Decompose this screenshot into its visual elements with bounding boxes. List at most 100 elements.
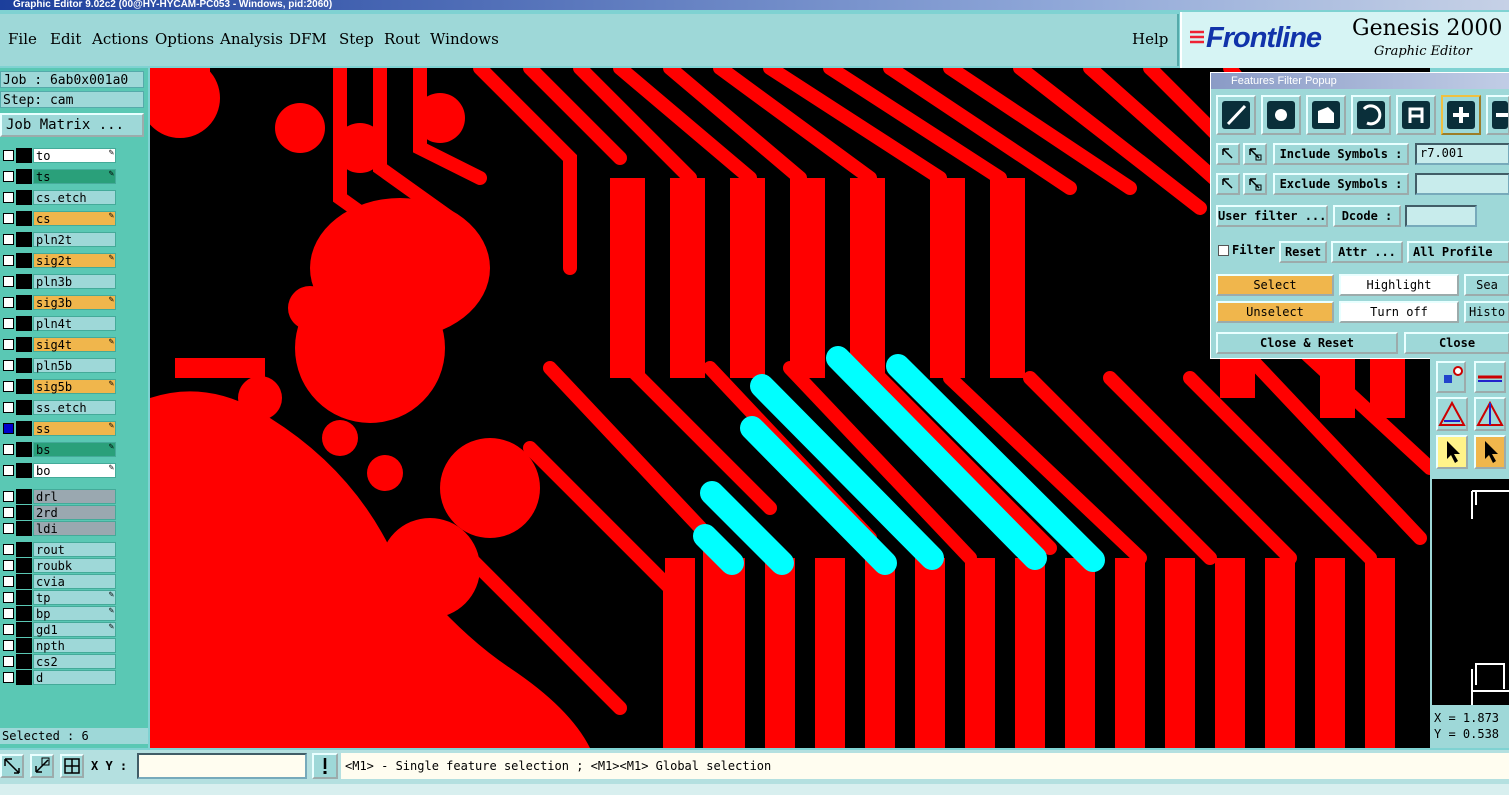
pad-feature-icon[interactable]	[1261, 95, 1301, 135]
positive-polarity-icon[interactable]	[1441, 95, 1481, 135]
layer-affected-swatch[interactable]	[16, 542, 32, 557]
layer-checkbox[interactable]	[3, 608, 14, 619]
layer-affected-swatch[interactable]	[16, 521, 32, 536]
layer-affected-swatch[interactable]	[16, 606, 32, 621]
exclude-symbols-button[interactable]: Exclude Symbols :	[1273, 173, 1409, 195]
menu-file[interactable]: File	[8, 30, 37, 48]
triangle-tool-icon[interactable]	[1436, 397, 1468, 431]
layer-affected-swatch[interactable]	[16, 638, 32, 653]
layer-name[interactable]: 2rd	[33, 505, 116, 520]
layer-checkbox[interactable]	[3, 465, 14, 476]
layer-checkbox[interactable]	[3, 360, 14, 371]
surface-feature-icon[interactable]	[1306, 95, 1346, 135]
layer-affected-swatch[interactable]	[16, 558, 32, 573]
layer-checkbox[interactable]	[3, 276, 14, 287]
close-button[interactable]: Close	[1404, 332, 1509, 354]
layer-name[interactable]: pln4t	[33, 316, 116, 331]
layer-name[interactable]: d	[33, 670, 116, 685]
pointer-tool-icon[interactable]	[1436, 435, 1468, 469]
info-icon[interactable]	[312, 753, 338, 779]
layer-name[interactable]: cs2	[33, 654, 116, 669]
layer-name[interactable]: drl	[33, 489, 116, 504]
layer-name[interactable]: to	[33, 148, 116, 163]
layer-affected-swatch[interactable]	[16, 400, 32, 415]
attr-button[interactable]: Attr ...	[1331, 241, 1403, 263]
exclude-symbols-input[interactable]	[1415, 173, 1509, 195]
close-reset-button[interactable]: Close & Reset	[1216, 332, 1398, 354]
layer-name[interactable]: sig2t	[33, 253, 116, 268]
layer-row[interactable]: bo ✎	[0, 463, 118, 478]
layer-row[interactable]: npth	[0, 638, 118, 653]
layer-name[interactable]: bs	[33, 442, 116, 457]
layer-name[interactable]: roubk	[33, 558, 116, 573]
layer-affected-swatch[interactable]	[16, 590, 32, 605]
filter-checkbox[interactable]: Filter	[1216, 241, 1278, 263]
text-feature-icon[interactable]	[1396, 95, 1436, 135]
include-symbols-button[interactable]: Include Symbols :	[1273, 143, 1409, 165]
layer-affected-swatch[interactable]	[16, 253, 32, 268]
menu-edit[interactable]: Edit	[50, 30, 81, 48]
layer-affected-swatch[interactable]	[16, 232, 32, 247]
exclude-pick-arrow-icon[interactable]	[1216, 173, 1240, 195]
search-button[interactable]: Sea	[1464, 274, 1509, 296]
layer-row[interactable]: drl	[0, 489, 118, 504]
layer-affected-swatch[interactable]	[16, 169, 32, 184]
layer-checkbox[interactable]	[3, 640, 14, 651]
zoom-area-icon[interactable]	[0, 754, 24, 778]
layer-checkbox[interactable]	[3, 656, 14, 667]
layer-affected-swatch[interactable]	[16, 505, 32, 520]
layer-affected-swatch[interactable]	[16, 190, 32, 205]
layer-row[interactable]: to ✎	[0, 148, 118, 163]
layer-row[interactable]: cs2	[0, 654, 118, 669]
layer-affected-swatch[interactable]	[16, 654, 32, 669]
layer-name[interactable]: gd1	[33, 622, 116, 637]
angle-tool-icon[interactable]	[1474, 397, 1506, 431]
layer-checkbox[interactable]	[3, 213, 14, 224]
layer-row[interactable]: tp ✎	[0, 590, 118, 605]
layer-affected-swatch[interactable]	[16, 670, 32, 685]
layer-checkbox[interactable]	[3, 402, 14, 413]
layer-checkbox[interactable]	[3, 234, 14, 245]
layer-affected-swatch[interactable]	[16, 421, 32, 436]
layer-row[interactable]: sig5b ✎	[0, 379, 118, 394]
dcode-button[interactable]: Dcode :	[1333, 205, 1401, 227]
layer-name[interactable]: pln2t	[33, 232, 116, 247]
layer-affected-swatch[interactable]	[16, 295, 32, 310]
layer-row[interactable]: bp ✎	[0, 606, 118, 621]
layer-name[interactable]: bo	[33, 463, 116, 478]
layer-name[interactable]: npth	[33, 638, 116, 653]
include-symbols-input[interactable]: r7.001	[1415, 143, 1509, 165]
layer-row[interactable]: sig2t ✎	[0, 253, 118, 268]
layer-name[interactable]: ldi	[33, 521, 116, 536]
layer-name[interactable]: ss	[33, 421, 116, 436]
menu-actions[interactable]: Actions	[92, 30, 148, 48]
layer-checkbox[interactable]	[3, 592, 14, 603]
layer-checkbox[interactable]	[3, 192, 14, 203]
layer-checkbox[interactable]	[3, 423, 14, 434]
menu-help[interactable]: Help	[1132, 30, 1168, 48]
layer-checkbox[interactable]	[3, 171, 14, 182]
overview-map[interactable]	[1432, 479, 1509, 709]
layer-checkbox[interactable]	[3, 255, 14, 266]
layer-checkbox[interactable]	[3, 576, 14, 587]
layer-checkbox[interactable]	[3, 381, 14, 392]
layer-checkbox[interactable]	[3, 150, 14, 161]
layer-affected-swatch[interactable]	[16, 622, 32, 637]
layer-row[interactable]: sig3b ✎	[0, 295, 118, 310]
layer-affected-swatch[interactable]	[16, 463, 32, 478]
menu-windows[interactable]: Windows	[430, 30, 499, 48]
layer-name[interactable]: sig4t	[33, 337, 116, 352]
layer-name[interactable]: sig3b	[33, 295, 116, 310]
layer-row[interactable]: roubk	[0, 558, 118, 573]
layer-name[interactable]: pln5b	[33, 358, 116, 373]
histogram-button[interactable]: Histo	[1464, 301, 1509, 323]
layer-row[interactable]: d	[0, 670, 118, 685]
job-matrix-button[interactable]: Job Matrix ...	[0, 113, 144, 137]
user-filter-button[interactable]: User filter ...	[1216, 205, 1328, 227]
layer-name[interactable]: bp	[33, 606, 116, 621]
profile-select[interactable]: All Profile	[1407, 241, 1509, 263]
layer-affected-swatch[interactable]	[16, 211, 32, 226]
layer-row[interactable]: 2rd	[0, 505, 118, 520]
layer-affected-swatch[interactable]	[16, 358, 32, 373]
exclude-pick-list-icon[interactable]	[1243, 173, 1267, 195]
